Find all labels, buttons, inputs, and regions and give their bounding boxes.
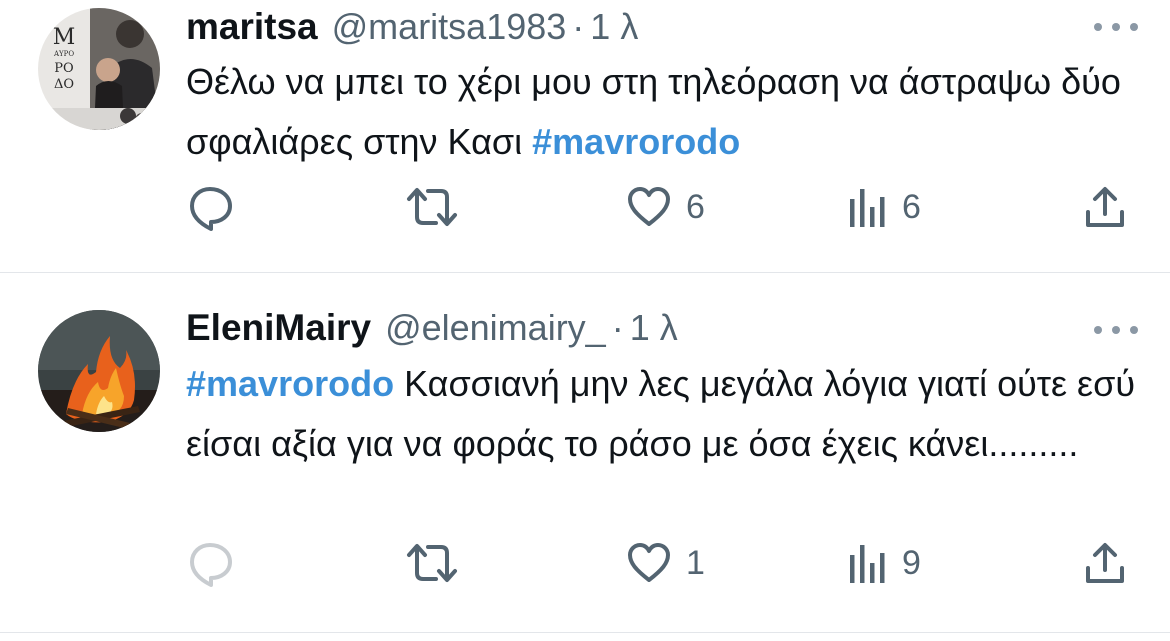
views-count: 6 <box>902 187 921 226</box>
separator-dot: · <box>611 307 624 348</box>
tweet-header: EleniMairy @elenimairy_ · 1 λ <box>186 303 678 353</box>
heart-icon <box>626 540 672 586</box>
tweet[interactable]: Μ ΑΥΡΟ ΡΟ ΔΟ maritsa @maritsa1983 · 1 λ … <box>0 0 1170 273</box>
avatar-logo-letter: Μ <box>53 25 76 50</box>
tweet-header: maritsa @maritsa1983 · 1 λ <box>186 2 638 52</box>
share-button[interactable] <box>1082 538 1128 588</box>
heart-icon <box>626 184 672 230</box>
retweet-icon <box>404 183 460 231</box>
more-options-icon[interactable] <box>1094 320 1138 340</box>
user-handle[interactable]: @maritsa1983 <box>332 6 567 48</box>
views-button[interactable]: 9 <box>848 538 921 588</box>
hashtag-link[interactable]: #mavrorodo <box>186 363 394 404</box>
reply-button[interactable] <box>186 182 234 232</box>
divider <box>0 632 1170 633</box>
views-button[interactable]: 6 <box>848 182 921 232</box>
display-name[interactable]: maritsa <box>186 6 318 48</box>
timestamp[interactable]: 1 λ <box>590 6 638 48</box>
tweet-text: Θέλω να μπει το χέρι μου στη τηλεόραση ν… <box>186 52 1146 172</box>
like-button[interactable]: 1 <box>626 538 705 588</box>
tweet-text: #mavrorodo Κασσιανή μην λες μεγάλα λόγια… <box>186 354 1146 474</box>
hashtag-link[interactable]: #mavrorodo <box>532 121 740 162</box>
like-count: 1 <box>686 543 705 582</box>
divider <box>0 272 1170 273</box>
like-count: 6 <box>686 187 705 226</box>
like-button[interactable]: 6 <box>626 182 705 232</box>
share-icon <box>1082 184 1128 230</box>
reply-button[interactable] <box>186 538 234 588</box>
tweet[interactable]: EleniMairy @elenimairy_ · 1 λ #mavrorodo… <box>0 274 1170 632</box>
display-name[interactable]: EleniMairy <box>186 307 371 349</box>
separator-dot: · <box>572 6 585 47</box>
avatar-logo-syllable-1: ΡΟ <box>54 61 73 76</box>
share-button[interactable] <box>1082 182 1128 232</box>
views-count: 9 <box>902 543 921 582</box>
analytics-icon <box>848 541 888 585</box>
retweet-icon <box>404 539 460 587</box>
avatar-logo-syllable-2: ΔΟ <box>54 77 74 92</box>
avatar-logo-word: ΑΥΡΟ <box>53 50 74 58</box>
reply-icon <box>186 539 234 587</box>
share-icon <box>1082 540 1128 586</box>
avatar[interactable]: Μ ΑΥΡΟ ΡΟ ΔΟ <box>38 8 160 130</box>
retweet-button[interactable] <box>404 538 460 588</box>
timestamp[interactable]: 1 λ <box>630 307 678 349</box>
analytics-icon <box>848 185 888 229</box>
reply-icon <box>186 183 234 231</box>
more-options-icon[interactable] <box>1094 17 1138 37</box>
user-handle[interactable]: @elenimairy_ <box>385 307 606 349</box>
retweet-button[interactable] <box>404 182 460 232</box>
avatar[interactable] <box>38 310 160 432</box>
